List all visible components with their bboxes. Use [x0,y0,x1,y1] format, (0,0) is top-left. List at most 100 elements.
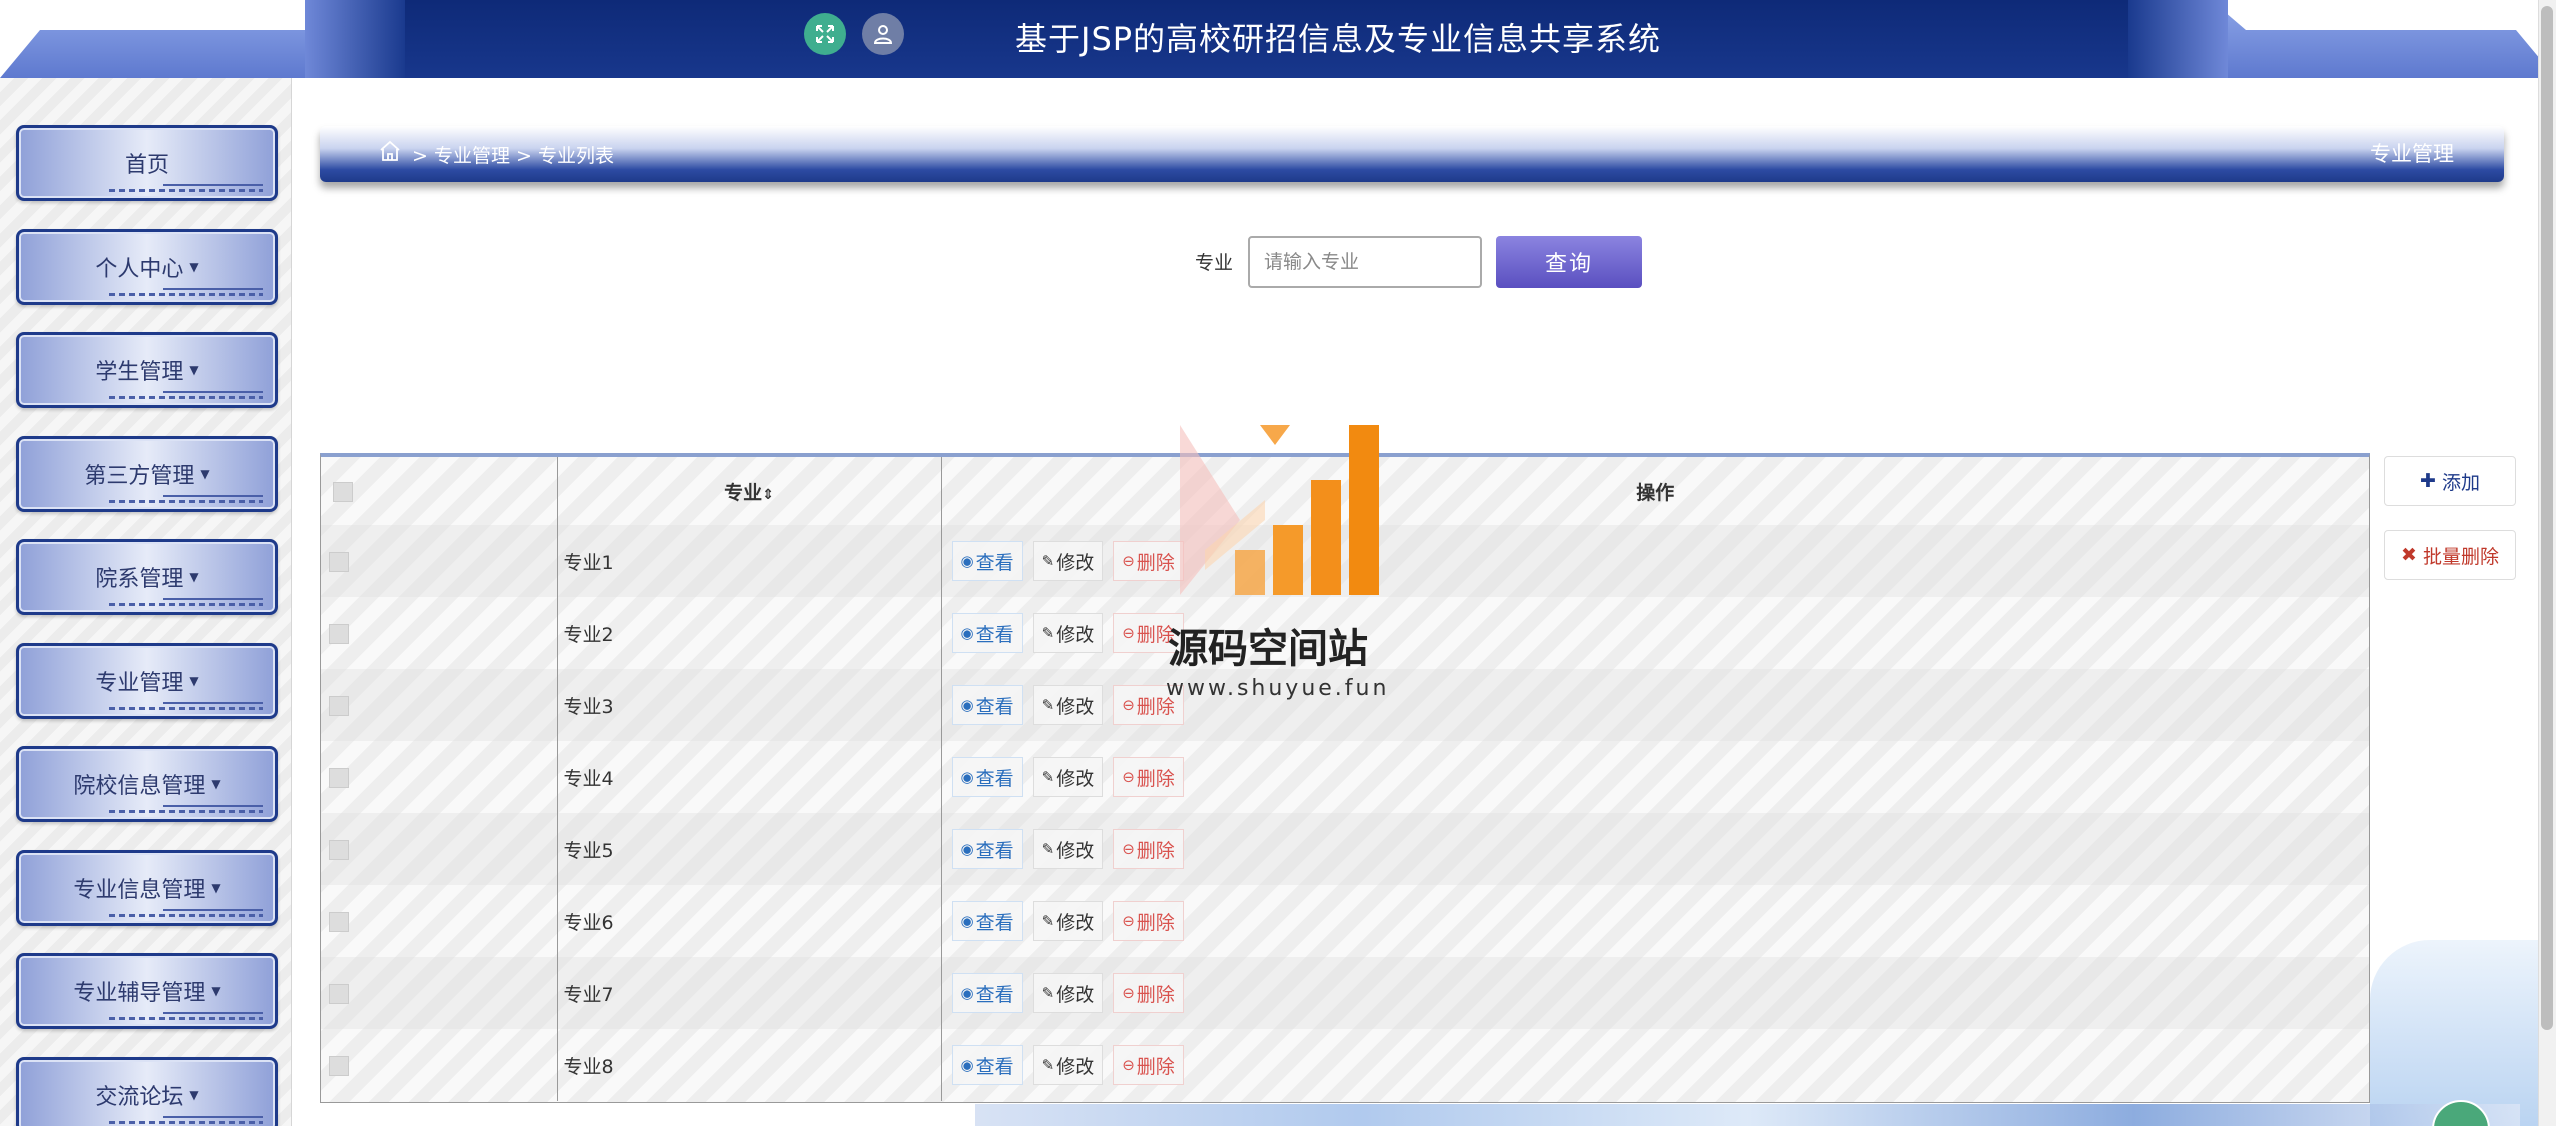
caret-down-icon: ▼ [189,673,199,688]
major-name: 专业2 [563,623,614,646]
major-name: 专业6 [563,911,614,934]
user-icon[interactable] [862,13,904,55]
edit-button[interactable]: ✎ 修改 [1032,613,1104,653]
app-title: 基于JSP的高校研招信息及专业信息共享系统 [1015,20,1662,58]
caret-down-icon: ▼ [189,259,199,274]
row-checkbox[interactable] [329,695,349,716]
sidebar-item[interactable]: 专业管理 ▼ [16,642,278,719]
view-button[interactable]: ◉ 查看 [951,973,1023,1013]
close-icon: ✖ [2401,544,2417,566]
edit-button[interactable]: ✎ 修改 [1032,685,1104,725]
row-checkbox[interactable] [329,983,349,1004]
major-name: 专业4 [563,767,614,790]
sidebar-item[interactable]: 院校信息管理 ▼ [16,746,278,822]
sidebar-item-label: 交流论坛 [95,1084,184,1110]
home-icon[interactable] [378,139,402,163]
column-header-name[interactable]: 专业⇕ [557,457,942,525]
row-checkbox[interactable] [329,911,349,932]
row-checkbox[interactable] [329,767,349,788]
breadcrumb-path: > 专业管理 > 专业列表 [412,145,614,167]
edit-button[interactable]: ✎ 修改 [1032,541,1104,581]
view-button[interactable]: ◉ 查看 [951,901,1023,941]
sidebar-item[interactable]: 个人中心 ▼ [16,228,278,305]
minus-circle-icon: ⊖ [1122,1056,1135,1074]
caret-down-icon: ▼ [211,880,221,895]
view-button[interactable]: ◉ 查看 [951,1045,1023,1085]
edit-button[interactable]: ✎ 修改 [1032,757,1104,797]
minus-circle-icon: ⊖ [1122,552,1135,570]
view-button[interactable]: ◉ 查看 [951,613,1023,653]
table-row: 专业8 ◉ 查看 ✎ 修改 ⊖ 删除 [321,1029,2369,1101]
edit-button[interactable]: ✎ 修改 [1032,973,1104,1013]
sidebar-item-label: 个人中心 [95,256,184,282]
edit-button[interactable]: ✎ 修改 [1032,829,1104,869]
delete-button[interactable]: ⊖ 删除 [1113,901,1184,941]
delete-button[interactable]: ⊖ 删除 [1113,829,1184,869]
major-name: 专业1 [563,551,614,574]
eye-icon: ◉ [960,912,974,930]
delete-button[interactable]: ⊖ 删除 [1113,973,1184,1013]
pencil-icon: ✎ [1041,912,1055,930]
major-name: 专业7 [563,983,614,1006]
table-row: 专业6 ◉ 查看 ✎ 修改 ⊖ 删除 [321,885,2369,957]
minus-circle-icon: ⊖ [1122,624,1135,642]
pencil-icon: ✎ [1041,768,1055,786]
minus-circle-icon: ⊖ [1122,912,1135,930]
row-checkbox[interactable] [329,839,349,860]
header-edge-left [305,0,405,78]
view-button[interactable]: ◉ 查看 [951,685,1023,725]
caret-down-icon: ▼ [189,1087,199,1102]
sidebar-item[interactable]: 第三方管理 ▼ [16,435,278,512]
sidebar-item-label: 专业信息管理 [73,877,206,903]
major-name: 专业5 [563,839,614,862]
sidebar-item-label: 首页 [124,153,169,178]
delete-button[interactable]: ⊖ 删除 [1113,1045,1184,1085]
sort-icon[interactable]: ⇕ [762,487,774,503]
add-button[interactable]: ✚ 添加 [2384,456,2516,506]
eye-icon: ◉ [960,696,974,714]
select-all-checkbox[interactable] [333,481,353,502]
batch-delete-button[interactable]: ✖ 批量删除 [2384,530,2516,580]
fullscreen-icon[interactable] [804,13,846,55]
watermark-title: 源码空间站 [1168,626,1368,672]
view-button[interactable]: ◉ 查看 [951,757,1023,797]
search-button[interactable]: 查询 [1496,236,1642,288]
pencil-icon: ✎ [1041,1056,1055,1074]
sidebar-item[interactable]: 院系管理 ▼ [16,539,278,615]
delete-button[interactable]: ⊖ 删除 [1113,757,1184,797]
sidebar-item[interactable]: 专业信息管理 ▼ [16,849,278,926]
view-button[interactable]: ◉ 查看 [951,541,1023,581]
pencil-icon: ✎ [1041,840,1055,858]
search-input[interactable] [1248,236,1482,288]
search-label: 专业 [1195,252,1234,274]
scrollbar-thumb[interactable] [2541,6,2553,1030]
caret-down-icon: ▼ [211,984,221,998]
minus-circle-icon: ⊖ [1122,984,1135,1002]
caret-down-icon: ▼ [189,363,199,377]
eye-icon: ◉ [960,552,974,570]
page-title: 专业管理 [2370,142,2454,166]
sidebar-item[interactable]: 交流论坛 ▼ [16,1056,278,1126]
edit-button[interactable]: ✎ 修改 [1032,1045,1104,1085]
sidebar-item-label: 专业辅导管理 [73,981,206,1006]
sidebar-item[interactable]: 首页 [16,125,278,201]
view-button[interactable]: ◉ 查看 [951,829,1023,869]
background-strip [975,1104,2520,1126]
pencil-icon: ✎ [1041,552,1055,570]
sidebar-item-label: 第三方管理 [84,463,195,489]
watermark-logo [1180,425,1379,595]
row-checkbox[interactable] [329,551,349,572]
eye-icon: ◉ [960,984,974,1002]
watermark-url: www.shuyue.fun [1166,676,1390,701]
row-checkbox[interactable] [329,1055,349,1076]
sidebar-item[interactable]: 学生管理 ▼ [16,332,278,408]
eye-icon: ◉ [960,768,974,786]
eye-icon: ◉ [960,624,974,642]
sidebar-item-label: 学生管理 [95,360,184,385]
sidebar-item-label: 院系管理 [95,567,184,592]
table-row: 专业7 ◉ 查看 ✎ 修改 ⊖ 删除 [321,957,2369,1029]
sidebar-item[interactable]: 专业辅导管理 ▼ [16,953,278,1029]
row-checkbox[interactable] [329,623,349,644]
background-decoration [2370,940,2540,1126]
edit-button[interactable]: ✎ 修改 [1032,901,1104,941]
